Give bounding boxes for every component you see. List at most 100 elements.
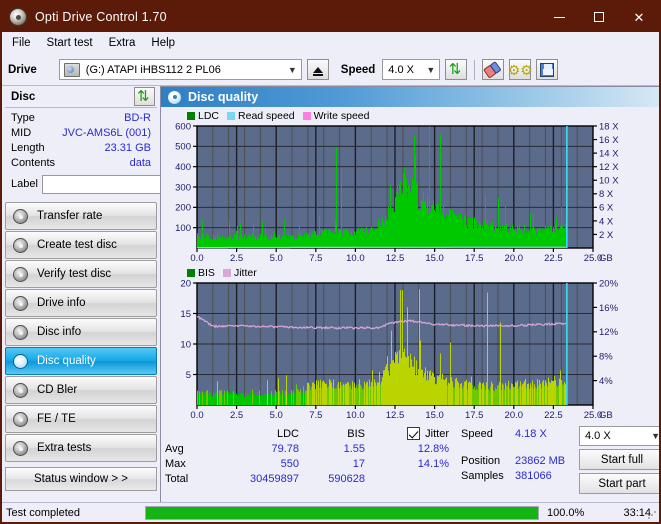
erase-button[interactable] xyxy=(482,59,505,80)
stats-row-label: Max xyxy=(165,457,186,470)
legend-label: BIS xyxy=(198,266,215,279)
chevron-down-icon: ▼ xyxy=(426,64,436,75)
menu-item-help[interactable]: Help xyxy=(151,37,175,49)
sidebar-item-disc-info[interactable]: Disc info xyxy=(5,318,157,346)
disc-label-row: Label xyxy=(11,174,244,194)
svg-text:200: 200 xyxy=(175,203,191,214)
save-button[interactable] xyxy=(536,59,559,80)
svg-text:10 X: 10 X xyxy=(599,176,619,187)
readout-area: Speed 4.18 X Position 23862 MB Samples 3… xyxy=(461,426,659,494)
menu-item-extra[interactable]: Extra xyxy=(109,37,136,49)
disc-icon xyxy=(13,382,28,398)
panel-title: Disc quality xyxy=(188,90,259,104)
progress-bar-fill xyxy=(146,506,538,519)
stats-row-label: Avg xyxy=(165,442,184,455)
sidebar-item-disc-quality[interactable]: Disc quality xyxy=(5,347,157,375)
drive-select[interactable]: (G:) ATAPI iHBS112 2 PL06 ▼ xyxy=(58,59,302,80)
resize-grip[interactable] xyxy=(647,510,657,520)
disc-contents-value: data xyxy=(129,157,151,169)
sidebar-item-fe-te[interactable]: FE / TE xyxy=(5,405,157,433)
stats-avg-jitter: 12.8% xyxy=(417,442,449,455)
disc-quality-panel: Disc quality LDC Read speed Write speed … xyxy=(160,86,659,504)
test-speed-select[interactable]: 4.0 X ▼ xyxy=(579,426,659,446)
progress-bar xyxy=(145,505,539,520)
refresh-icon xyxy=(449,62,464,77)
svg-text:0.0: 0.0 xyxy=(190,253,203,264)
sidebar-item-create-test-disc[interactable]: Create test disc xyxy=(5,231,157,259)
svg-text:15.0: 15.0 xyxy=(425,410,444,421)
disc-panel-title: Disc xyxy=(11,90,36,103)
menu-item-start-test[interactable]: Start test xyxy=(47,37,93,49)
svg-text:12.5: 12.5 xyxy=(386,410,405,421)
svg-text:7.5: 7.5 xyxy=(309,253,322,264)
stats-row-label: Total xyxy=(165,472,189,485)
disc-icon xyxy=(13,295,28,311)
svg-text:5: 5 xyxy=(186,370,191,381)
svg-text:12%: 12% xyxy=(599,327,619,338)
disc-info-row: Type BD-R xyxy=(11,111,151,126)
stats-col-jitter-group: Jitter xyxy=(365,427,453,440)
sidebar-item-label: Transfer rate xyxy=(37,210,103,222)
refresh-button[interactable] xyxy=(445,59,468,80)
start-full-button[interactable]: Start full xyxy=(579,449,659,470)
disc-refresh-button[interactable] xyxy=(134,87,155,106)
stats-avg-ldc: 79.78 xyxy=(271,442,299,455)
disc-length-value: 23.31 GB xyxy=(104,142,151,154)
tools-button[interactable]: ⚙⚙ xyxy=(508,59,533,80)
readout-samples-row: Samples 381066 xyxy=(461,468,577,483)
disc-icon xyxy=(13,237,28,253)
legend-item-ldc: LDC xyxy=(187,110,219,122)
stats-avg-bis: 1.55 xyxy=(343,442,365,455)
readout-samples-label: Samples xyxy=(461,469,504,482)
sidebar-item-cd-bler[interactable]: CD Bler xyxy=(5,376,157,404)
svg-text:2.5: 2.5 xyxy=(230,253,243,264)
svg-text:15.0: 15.0 xyxy=(425,253,444,264)
speed-select-value: 4.0 X xyxy=(388,63,414,76)
svg-text:2.5: 2.5 xyxy=(230,410,243,421)
test-speed-value: 4.0 X xyxy=(585,430,611,442)
disc-info-table: Type BD-R MID JVC-AMS6L (001) Length 23.… xyxy=(5,108,244,196)
disc-icon xyxy=(13,324,28,340)
speed-select[interactable]: 4.0 X ▼ xyxy=(382,59,441,80)
status-window-button[interactable]: Status window > > xyxy=(5,467,157,491)
menu-item-file[interactable]: File xyxy=(12,37,31,49)
bis-chart-legend: BIS Jitter xyxy=(161,266,659,279)
sidebar-item-label: Disc quality xyxy=(37,355,96,367)
svg-text:8 X: 8 X xyxy=(599,189,614,200)
svg-text:12.5: 12.5 xyxy=(386,253,405,264)
minimize-button[interactable] xyxy=(539,2,579,32)
svg-text:17.5: 17.5 xyxy=(465,410,484,421)
svg-text:8%: 8% xyxy=(599,352,613,363)
close-icon[interactable]: ✕ xyxy=(619,2,659,32)
stats-max-bis: 17 xyxy=(352,457,365,470)
sidebar-item-transfer-rate[interactable]: Transfer rate xyxy=(5,202,157,230)
stats-col-bis: BIS xyxy=(347,427,365,440)
eraser-icon xyxy=(483,60,503,79)
disc-icon xyxy=(13,266,28,282)
readout-samples-value: 381066 xyxy=(515,469,552,482)
disc-type-label: Type xyxy=(11,112,35,124)
stats-table: LDC BIS Jitter Avg 79.78 1.55 12.8% Max … xyxy=(165,426,461,494)
start-part-button[interactable]: Start part xyxy=(579,473,659,494)
svg-text:10.0: 10.0 xyxy=(346,253,365,264)
legend-label: Write speed xyxy=(313,109,370,122)
jitter-checkbox[interactable] xyxy=(407,427,421,440)
svg-text:15: 15 xyxy=(180,309,191,320)
sidebar-item-drive-info[interactable]: Drive info xyxy=(5,289,157,317)
window-title: Opti Drive Control 1.70 xyxy=(35,10,167,24)
toolbar-separator xyxy=(474,59,476,80)
svg-text:5.0: 5.0 xyxy=(270,410,283,421)
chevron-down-icon: ▼ xyxy=(287,64,297,75)
sidebar-item-extra-tests[interactable]: Extra tests xyxy=(5,434,157,462)
sidebar-item-verify-test-disc[interactable]: Verify test disc xyxy=(5,260,157,288)
legend-label: Read speed xyxy=(238,109,295,122)
disc-length-label: Length xyxy=(11,142,45,154)
svg-text:22.5: 22.5 xyxy=(544,253,563,264)
eject-button[interactable] xyxy=(306,59,329,80)
svg-text:4%: 4% xyxy=(599,376,613,387)
sidebar-item-label: Verify test disc xyxy=(37,268,112,280)
legend-label: LDC xyxy=(198,109,220,122)
svg-text:0.0: 0.0 xyxy=(190,410,203,421)
maximize-button[interactable] xyxy=(579,2,619,32)
svg-text:22.5: 22.5 xyxy=(544,410,563,421)
